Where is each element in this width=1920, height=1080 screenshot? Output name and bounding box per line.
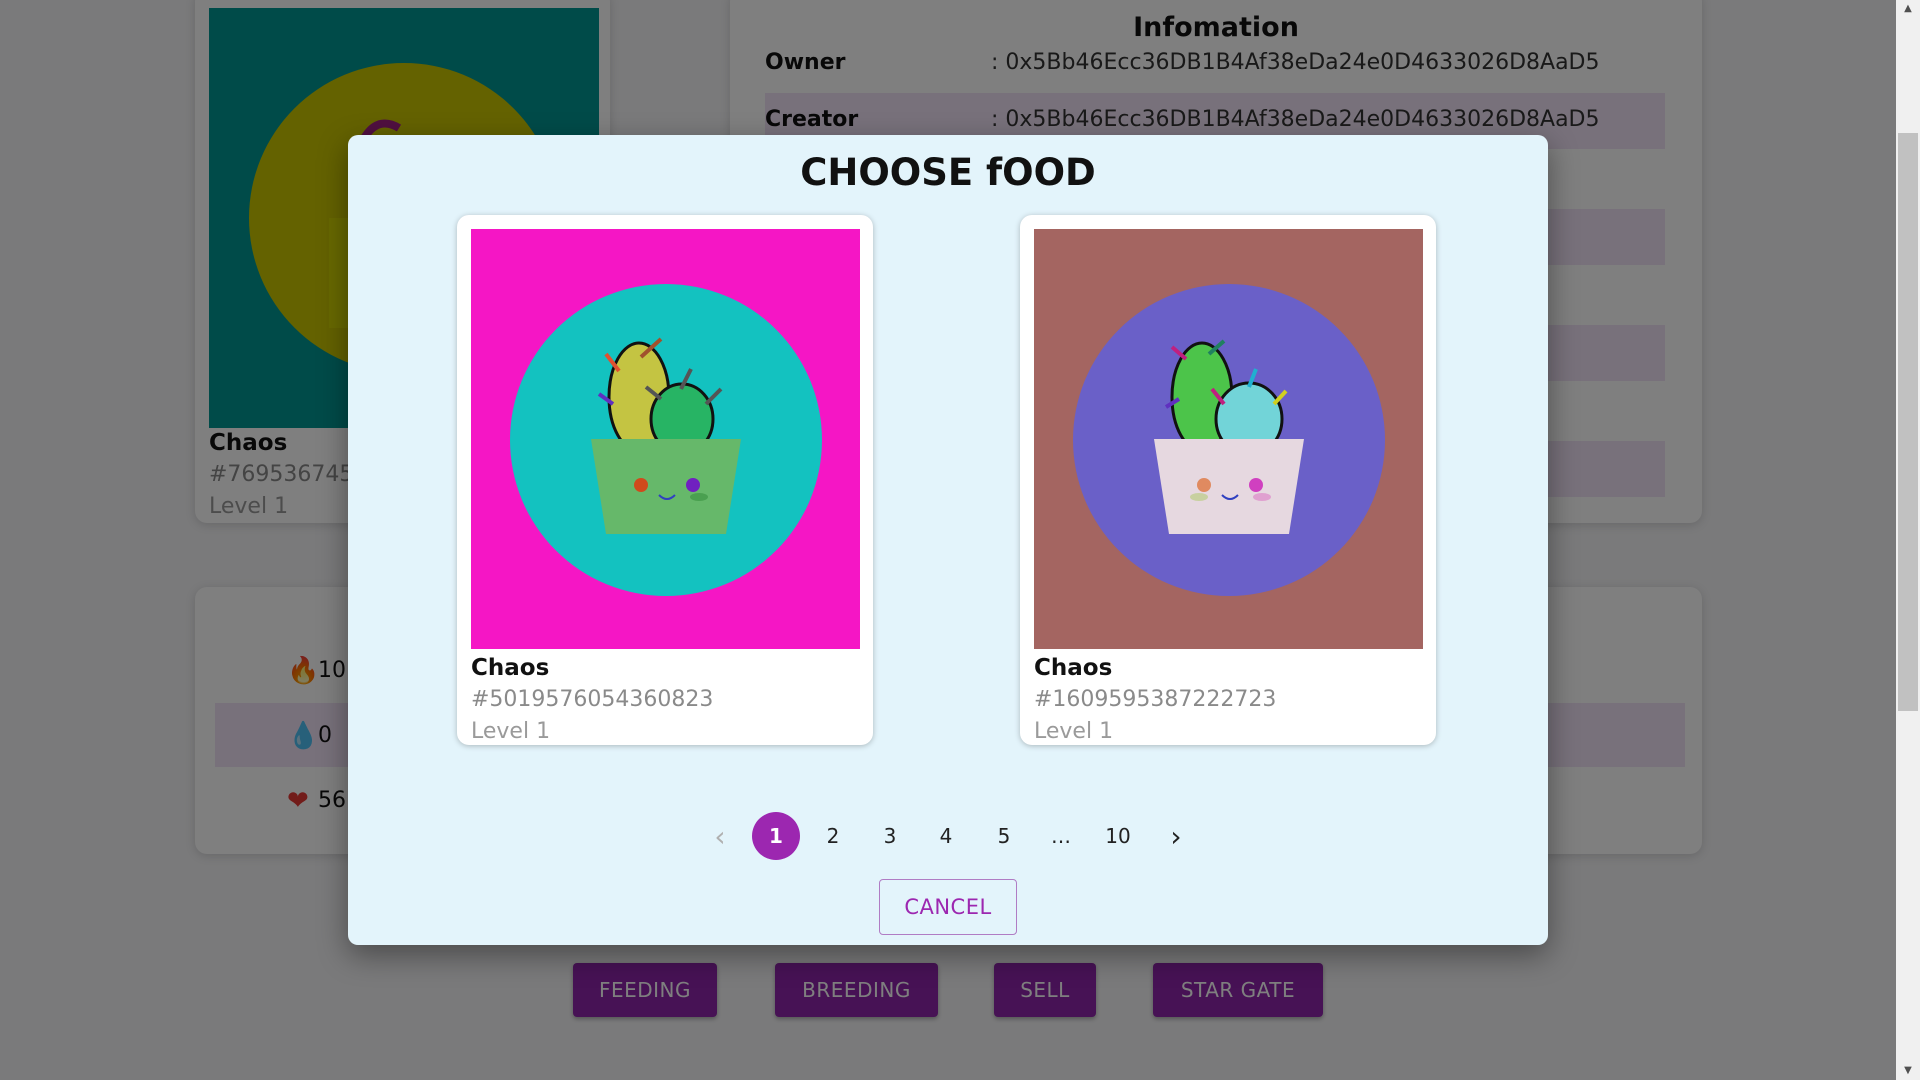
food-image [1034,229,1423,649]
food-level: Level 1 [471,719,551,744]
food-name: Chaos [1034,655,1113,681]
page-scrollbar[interactable]: ▲ ▼ [1896,0,1920,1080]
food-card[interactable]: Chaos #1609595387222723 Level 1 [1020,215,1436,745]
cancel-button[interactable]: CANCEL [879,879,1017,935]
food-name: Chaos [471,655,550,681]
food-image [471,229,860,649]
page-3-button[interactable]: 3 [866,812,914,860]
page-1-button[interactable]: 1 [752,812,800,860]
food-card[interactable]: Chaos #5019576054360823 Level 1 [457,215,873,745]
page-10-button[interactable]: 10 [1094,812,1142,860]
page-4-button[interactable]: 4 [922,812,970,860]
scroll-thumb[interactable] [1898,133,1918,711]
page-5-button[interactable]: 5 [980,812,1028,860]
food-id: #5019576054360823 [471,687,714,712]
scroll-down-arrow-icon[interactable]: ▼ [1896,1062,1920,1080]
scroll-up-arrow-icon[interactable]: ▲ [1896,0,1920,18]
next-page-button[interactable]: › [1152,812,1200,860]
food-id: #1609595387222723 [1034,687,1277,712]
page-ellipsis: … [1051,824,1071,848]
dialog-title: CHOOSE fOOD [800,151,1096,194]
prev-page-button[interactable]: ‹ [696,812,744,860]
page-2-button[interactable]: 2 [809,812,857,860]
choose-food-dialog: CHOOSE fOOD Chaos #5019576054360823 Leve… [348,135,1548,945]
food-level: Level 1 [1034,719,1114,744]
